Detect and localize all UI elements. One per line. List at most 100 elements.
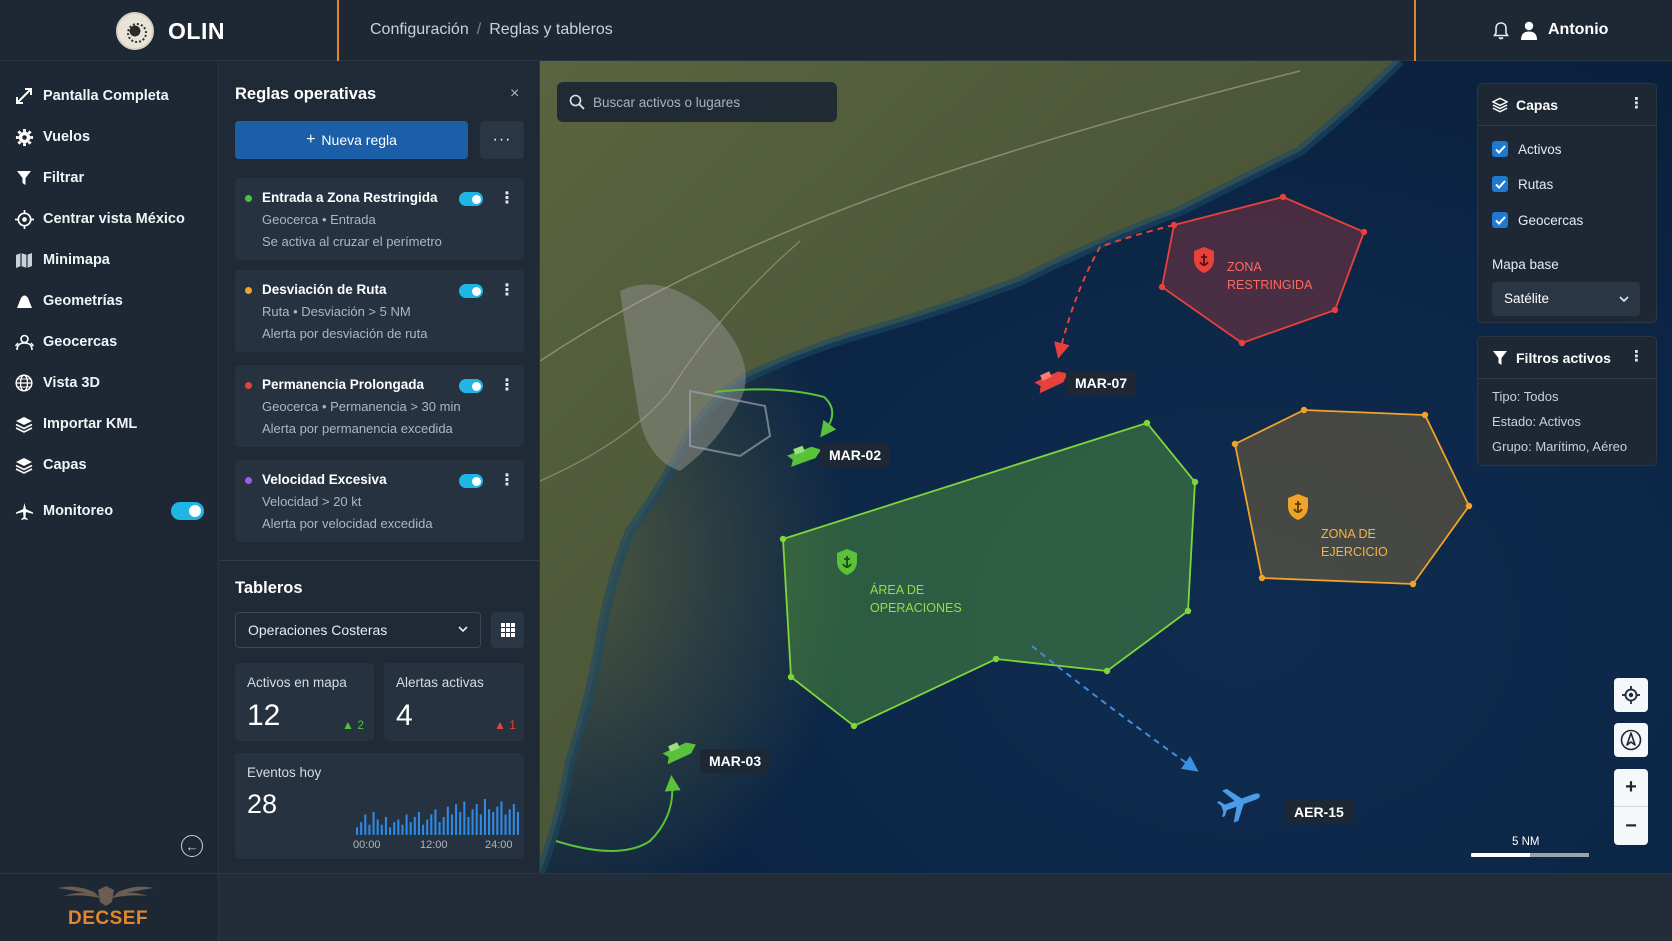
sidebar-item-capas[interactable]: Capas — [0, 447, 219, 483]
asset-label-mar-02[interactable]: MAR-02 — [820, 443, 891, 467]
sidebar-item-vuelos[interactable]: Vuelos — [0, 119, 219, 155]
layer-toggle-rutas[interactable]: Rutas — [1492, 174, 1553, 194]
sparkline-bar — [397, 819, 400, 835]
more-options-button[interactable]: ··· — [480, 121, 524, 159]
locate-button[interactable] — [1614, 678, 1648, 712]
rule-toggle[interactable] — [459, 284, 483, 298]
sparkline-bar — [496, 806, 499, 835]
sparkline-bar — [479, 814, 482, 835]
asset-label-mar-07[interactable]: MAR-07 — [1066, 371, 1137, 395]
filter-group: Grupo: Marítimo, Aéreo — [1492, 439, 1628, 454]
layer-toggle-geocercas[interactable]: Geocercas — [1492, 210, 1583, 230]
search-input[interactable] — [593, 91, 823, 113]
rule-card[interactable]: Velocidad Excesiva Velocidad > 20 kt Ale… — [235, 460, 524, 542]
sparkline-bar — [405, 814, 408, 835]
globe-icon — [14, 373, 34, 393]
sidebar-item-vista-3d[interactable]: Vista 3D — [0, 365, 219, 401]
user-name[interactable]: Antonio — [1548, 21, 1608, 39]
breadcrumb-current: Reglas y tableros — [489, 21, 613, 38]
search-icon — [569, 94, 585, 110]
zone-operations-polygon[interactable] — [782, 421, 1196, 728]
events-sparkline — [356, 799, 519, 835]
kebab-menu-icon[interactable]: ⋮ — [499, 280, 515, 300]
collapse-sidebar-button[interactable]: ← — [181, 835, 203, 857]
vessel-mar-07-icon[interactable] — [1033, 364, 1071, 394]
sparkline-bar — [455, 804, 458, 835]
zone-exercise-label[interactable]: ZONA DE EJERCICIO — [1321, 525, 1388, 561]
kebab-menu-icon[interactable]: ⋮ — [499, 375, 515, 395]
monitoreo-toggle[interactable] — [171, 502, 204, 520]
zone-label-line: OPERACIONES — [870, 601, 962, 615]
close-icon[interactable]: × — [510, 85, 519, 103]
map-search[interactable] — [557, 82, 837, 122]
sidebar-item-pantalla-completa[interactable]: Pantalla Completa — [0, 78, 219, 114]
zoom-out-button[interactable]: − — [1614, 807, 1648, 845]
sidebar-item-label: Monitoreo — [43, 503, 114, 519]
kebab-menu-icon[interactable]: ⋮ — [1629, 347, 1644, 365]
sidebar-item-monitoreo[interactable]: Monitoreo — [0, 493, 219, 529]
sparkline-bar — [372, 811, 375, 835]
asset-label-aer-15[interactable]: AER-15 — [1285, 800, 1353, 824]
rule-card[interactable]: Permanencia Prolongada Geocerca • Perman… — [235, 365, 524, 447]
panel-title: Reglas operativas — [235, 85, 377, 103]
rule-toggle[interactable] — [459, 474, 483, 488]
divider — [219, 560, 540, 561]
aircraft-aer-15-icon[interactable] — [1214, 779, 1266, 826]
board-select-value: Operaciones Costeras — [248, 622, 388, 638]
sidebar: Pantalla Completa Vuelos Filtrar Centrar… — [0, 61, 219, 873]
rule-description: Alerta por velocidad excedida — [262, 516, 433, 531]
brand[interactable]: OLIN — [0, 0, 339, 61]
fullscreen-icon — [14, 86, 34, 106]
sparkline-bar — [516, 811, 519, 835]
rule-status-dot — [245, 195, 252, 202]
stat-card-events[interactable]: Eventos hoy 28 00:00 12:00 24:00 — [235, 753, 524, 859]
sidebar-item-filtrar[interactable]: Filtrar — [0, 160, 219, 196]
vessel-mar-03-icon[interactable] — [661, 735, 699, 765]
sparkline-bar — [380, 824, 383, 835]
sparkline-bar — [360, 822, 363, 835]
rule-status-dot — [245, 287, 252, 294]
bell-icon[interactable] — [1492, 21, 1510, 41]
sidebar-item-geocercas[interactable]: Geocercas — [0, 324, 219, 360]
compass-button[interactable] — [1614, 723, 1648, 757]
checkbox-checked-icon[interactable] — [1492, 141, 1508, 157]
zone-restricted-label[interactable]: ZONA RESTRINGIDA — [1227, 258, 1312, 294]
stat-card-alerts[interactable]: Alertas activas 4 ▲ 1 — [384, 663, 524, 741]
layer-toggle-activos[interactable]: Activos — [1492, 139, 1562, 159]
kebab-menu-icon[interactable]: ⋮ — [499, 470, 515, 490]
filters-panel-title: Filtros activos — [1516, 350, 1611, 366]
rule-card[interactable]: Desviación de Ruta Ruta • Desviación > 5… — [235, 270, 524, 352]
user-icon[interactable] — [1520, 21, 1538, 40]
checkbox-checked-icon[interactable] — [1492, 176, 1508, 192]
base-map-value: Satélite — [1504, 291, 1550, 306]
breadcrumb-parent[interactable]: Configuración — [370, 21, 469, 38]
map-icon — [14, 250, 34, 270]
new-rule-button[interactable]: + Nueva regla — [235, 121, 468, 159]
filters-panel: Filtros activos ⋮ Tipo: Todos Estado: Ac… — [1477, 336, 1657, 466]
base-map-label: Mapa base — [1492, 257, 1559, 272]
board-select[interactable]: Operaciones Costeras — [235, 612, 481, 648]
stat-card-assets[interactable]: Activos en mapa 12 ▲ 2 — [235, 663, 374, 741]
arrow-left-icon: ← — [185, 838, 199, 854]
checkbox-checked-icon[interactable] — [1492, 212, 1508, 228]
sidebar-item-centrar-vista[interactable]: Centrar vista México — [0, 201, 219, 237]
zone-operations-label[interactable]: ÁREA DE OPERACIONES — [870, 581, 962, 617]
rule-toggle[interactable] — [459, 379, 483, 393]
sidebar-item-minimapa[interactable]: Minimapa — [0, 242, 219, 278]
rule-toggle[interactable] — [459, 192, 483, 206]
kebab-menu-icon[interactable]: ⋮ — [1629, 94, 1644, 112]
vessel-mar-02-icon[interactable] — [786, 440, 823, 467]
boards-title: Tableros — [235, 579, 303, 597]
sidebar-item-importar-kml[interactable]: Importar KML — [0, 406, 219, 442]
sparkline-bar — [438, 822, 441, 835]
layers-panel: Capas ⋮ Activos Rutas Geocercas Mapa bas… — [1477, 83, 1657, 323]
rule-card[interactable]: Entrada a Zona Restringida Geocerca • En… — [235, 178, 524, 260]
asset-label-mar-03[interactable]: MAR-03 — [700, 749, 771, 773]
zoom-in-button[interactable]: + — [1614, 769, 1648, 807]
map-view[interactable]: ZONA RESTRINGIDA ÁREA DE OPERACIONES ZON… — [540, 61, 1672, 873]
grid-view-button[interactable] — [491, 612, 524, 648]
sidebar-item-geometrias[interactable]: Geometrías — [0, 283, 219, 319]
kebab-menu-icon[interactable]: ⋮ — [499, 188, 515, 208]
base-map-select[interactable]: Satélite — [1492, 282, 1640, 316]
app-logo-icon — [116, 12, 154, 50]
